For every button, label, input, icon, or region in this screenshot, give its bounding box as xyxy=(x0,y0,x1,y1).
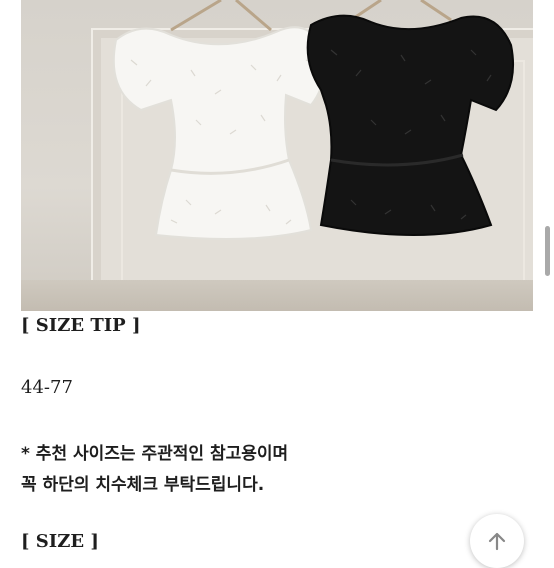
size-heading: [ SIZE ] xyxy=(21,531,99,552)
hanger-white xyxy=(170,0,272,32)
scrollbar-thumb[interactable] xyxy=(545,226,550,276)
blouses-illustration xyxy=(112,0,515,240)
hanger-black xyxy=(350,0,452,22)
product-photo xyxy=(21,0,533,311)
size-range-text: 44-77 xyxy=(21,377,73,398)
black-blouse xyxy=(306,14,515,236)
arrow-up-icon xyxy=(488,532,506,551)
size-tip-heading: [ SIZE TIP ] xyxy=(21,315,141,336)
size-note-line-1: * 추천 사이즈는 주관적인 참고용이며 xyxy=(21,444,289,464)
scroll-to-top-button[interactable] xyxy=(470,514,524,568)
white-blouse xyxy=(112,26,326,240)
size-note-line-2: 꼭 하단의 치수체크 부탁드립니다. xyxy=(21,475,265,495)
